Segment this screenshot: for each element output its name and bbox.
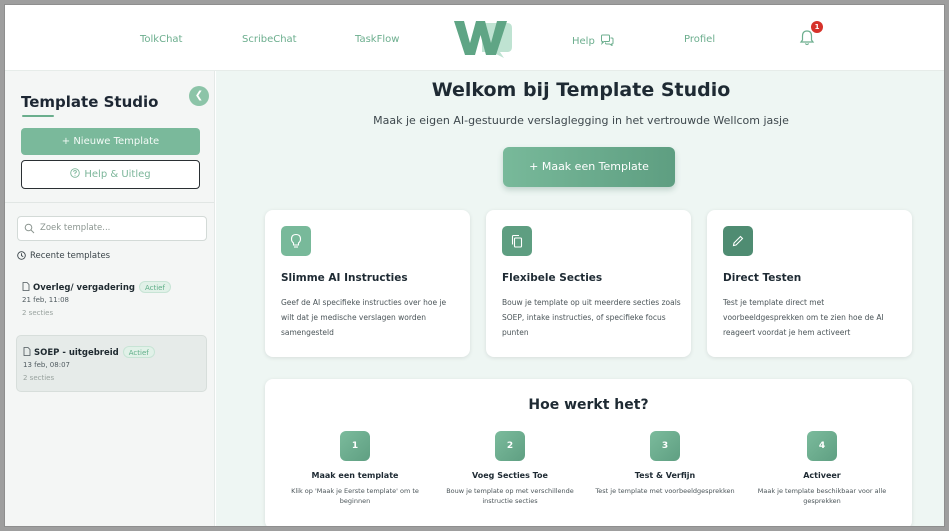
step-number: 1 — [340, 431, 370, 461]
search-icon — [24, 223, 35, 234]
feature-description: Bouw je template op uit meerdere secties… — [502, 298, 681, 337]
page-subtitle: Maak je eigen AI-gestuurde verslagleggin… — [373, 114, 789, 127]
search-input[interactable]: Zoek template... — [17, 216, 207, 241]
step-number: 3 — [650, 431, 680, 461]
help-button-label: Help & Uitleg — [84, 169, 151, 180]
new-template-button[interactable]: + Nieuwe Template — [21, 128, 200, 155]
template-name: SOEP - uitgebreid Actief — [23, 346, 155, 358]
feature-card: Direct Testen Test je template direct me… — [707, 210, 912, 357]
nav-taskflow[interactable]: TaskFlow — [355, 34, 399, 45]
feature-title: Direct Testen — [723, 272, 802, 284]
nav-help-label: Help — [572, 36, 595, 47]
nav-profile[interactable]: Profiel — [684, 34, 715, 45]
template-date: 13 feb, 08:07 — [23, 361, 70, 369]
clock-icon — [17, 251, 26, 260]
chevron-left-icon: ❮ — [194, 90, 204, 101]
recent-templates-heading: Recente templates — [17, 251, 110, 261]
step-description: Maak je template beschikbaar voor alle g… — [757, 487, 887, 505]
top-navigation: TolkChat ScribeChat TaskFlow Help Profie… — [5, 5, 944, 71]
copy-icon — [502, 226, 532, 256]
feature-title: Flexibele Secties — [502, 272, 603, 284]
notification-badge: 1 — [811, 21, 823, 33]
how-it-works-title: Hoe werkt het? — [528, 397, 649, 413]
step-item: 2 Voeg Secties Toe Bouw je template op m… — [430, 431, 590, 506]
step-title: Activeer — [803, 471, 841, 480]
main-content: Welkom bij Template Studio Maak je eigen… — [216, 71, 944, 526]
step-title: Voeg Secties Toe — [472, 471, 548, 480]
nav-scribechat[interactable]: ScribeChat — [242, 34, 297, 45]
create-template-button[interactable]: + Maak een Template — [503, 147, 675, 187]
question-circle-icon — [70, 168, 81, 178]
status-badge: Actief — [122, 346, 155, 358]
search-placeholder: Zoek template... — [40, 223, 111, 233]
sidebar: Template Studio ❮ + Nieuwe Template Help… — [5, 71, 215, 526]
step-description: Test je template met voorbeeldgesprekken — [595, 487, 735, 495]
sidebar-divider — [5, 202, 214, 203]
nav-help[interactable]: Help — [572, 34, 614, 47]
how-it-works-panel: Hoe werkt het? 1 Maak een template Klik … — [265, 379, 912, 526]
feature-title: Slimme AI Instructies — [281, 272, 408, 284]
status-badge: Actief — [138, 281, 171, 293]
step-item: 3 Test & Verfijn Test je template met vo… — [585, 431, 745, 496]
app-window: TolkChat ScribeChat TaskFlow Help Profie… — [4, 4, 945, 527]
feature-card: Slimme AI Instructies Geef de AI specifi… — [265, 210, 470, 357]
step-title: Maak een template — [311, 471, 399, 480]
step-item: 4 Activeer Maak je template beschikbaar … — [742, 431, 902, 506]
feature-card: Flexibele Secties Bouw je template op ui… — [486, 210, 691, 357]
page-title: Welkom bij Template Studio — [431, 79, 731, 101]
sidebar-title: Template Studio — [21, 93, 159, 111]
pencil-icon — [723, 226, 753, 256]
template-name-label: Overleg/ vergadering — [33, 283, 135, 293]
step-title: Test & Verfijn — [634, 471, 696, 480]
step-item: 1 Maak een template Klik op 'Maak je Eer… — [275, 431, 435, 506]
step-number: 4 — [807, 431, 837, 461]
lightbulb-icon — [281, 226, 311, 256]
template-item[interactable]: Overleg/ vergadering Actief 21 feb, 11:08… — [16, 273, 207, 331]
template-sections: 2 secties — [23, 374, 55, 382]
title-underline — [22, 115, 54, 117]
collapse-sidebar-button[interactable]: ❮ — [189, 86, 209, 106]
document-icon — [23, 347, 31, 356]
wellcom-w-logo[interactable] — [452, 17, 514, 59]
chat-help-icon — [601, 34, 614, 46]
template-date: 21 feb, 11:08 — [22, 296, 69, 304]
step-number: 2 — [495, 431, 525, 461]
help-button[interactable]: Help & Uitleg — [21, 160, 200, 189]
feature-description: Geef de AI specifieke instructies over h… — [281, 298, 447, 337]
recent-heading-label: Recente templates — [30, 251, 111, 261]
document-icon — [22, 282, 30, 291]
template-item[interactable]: SOEP - uitgebreid Actief 13 feb, 08:07 2 … — [16, 335, 207, 392]
feature-description: Test je template direct met voorbeeldges… — [723, 298, 884, 337]
template-sections: 2 secties — [22, 309, 54, 317]
step-description: Klik op 'Maak je Eerste template' om te … — [291, 487, 419, 505]
template-name-label: SOEP - uitgebreid — [34, 348, 119, 358]
nav-tolkchat[interactable]: TolkChat — [140, 34, 182, 45]
step-description: Bouw je template op met verschillende in… — [446, 487, 574, 505]
template-name: Overleg/ vergadering Actief — [22, 281, 171, 293]
